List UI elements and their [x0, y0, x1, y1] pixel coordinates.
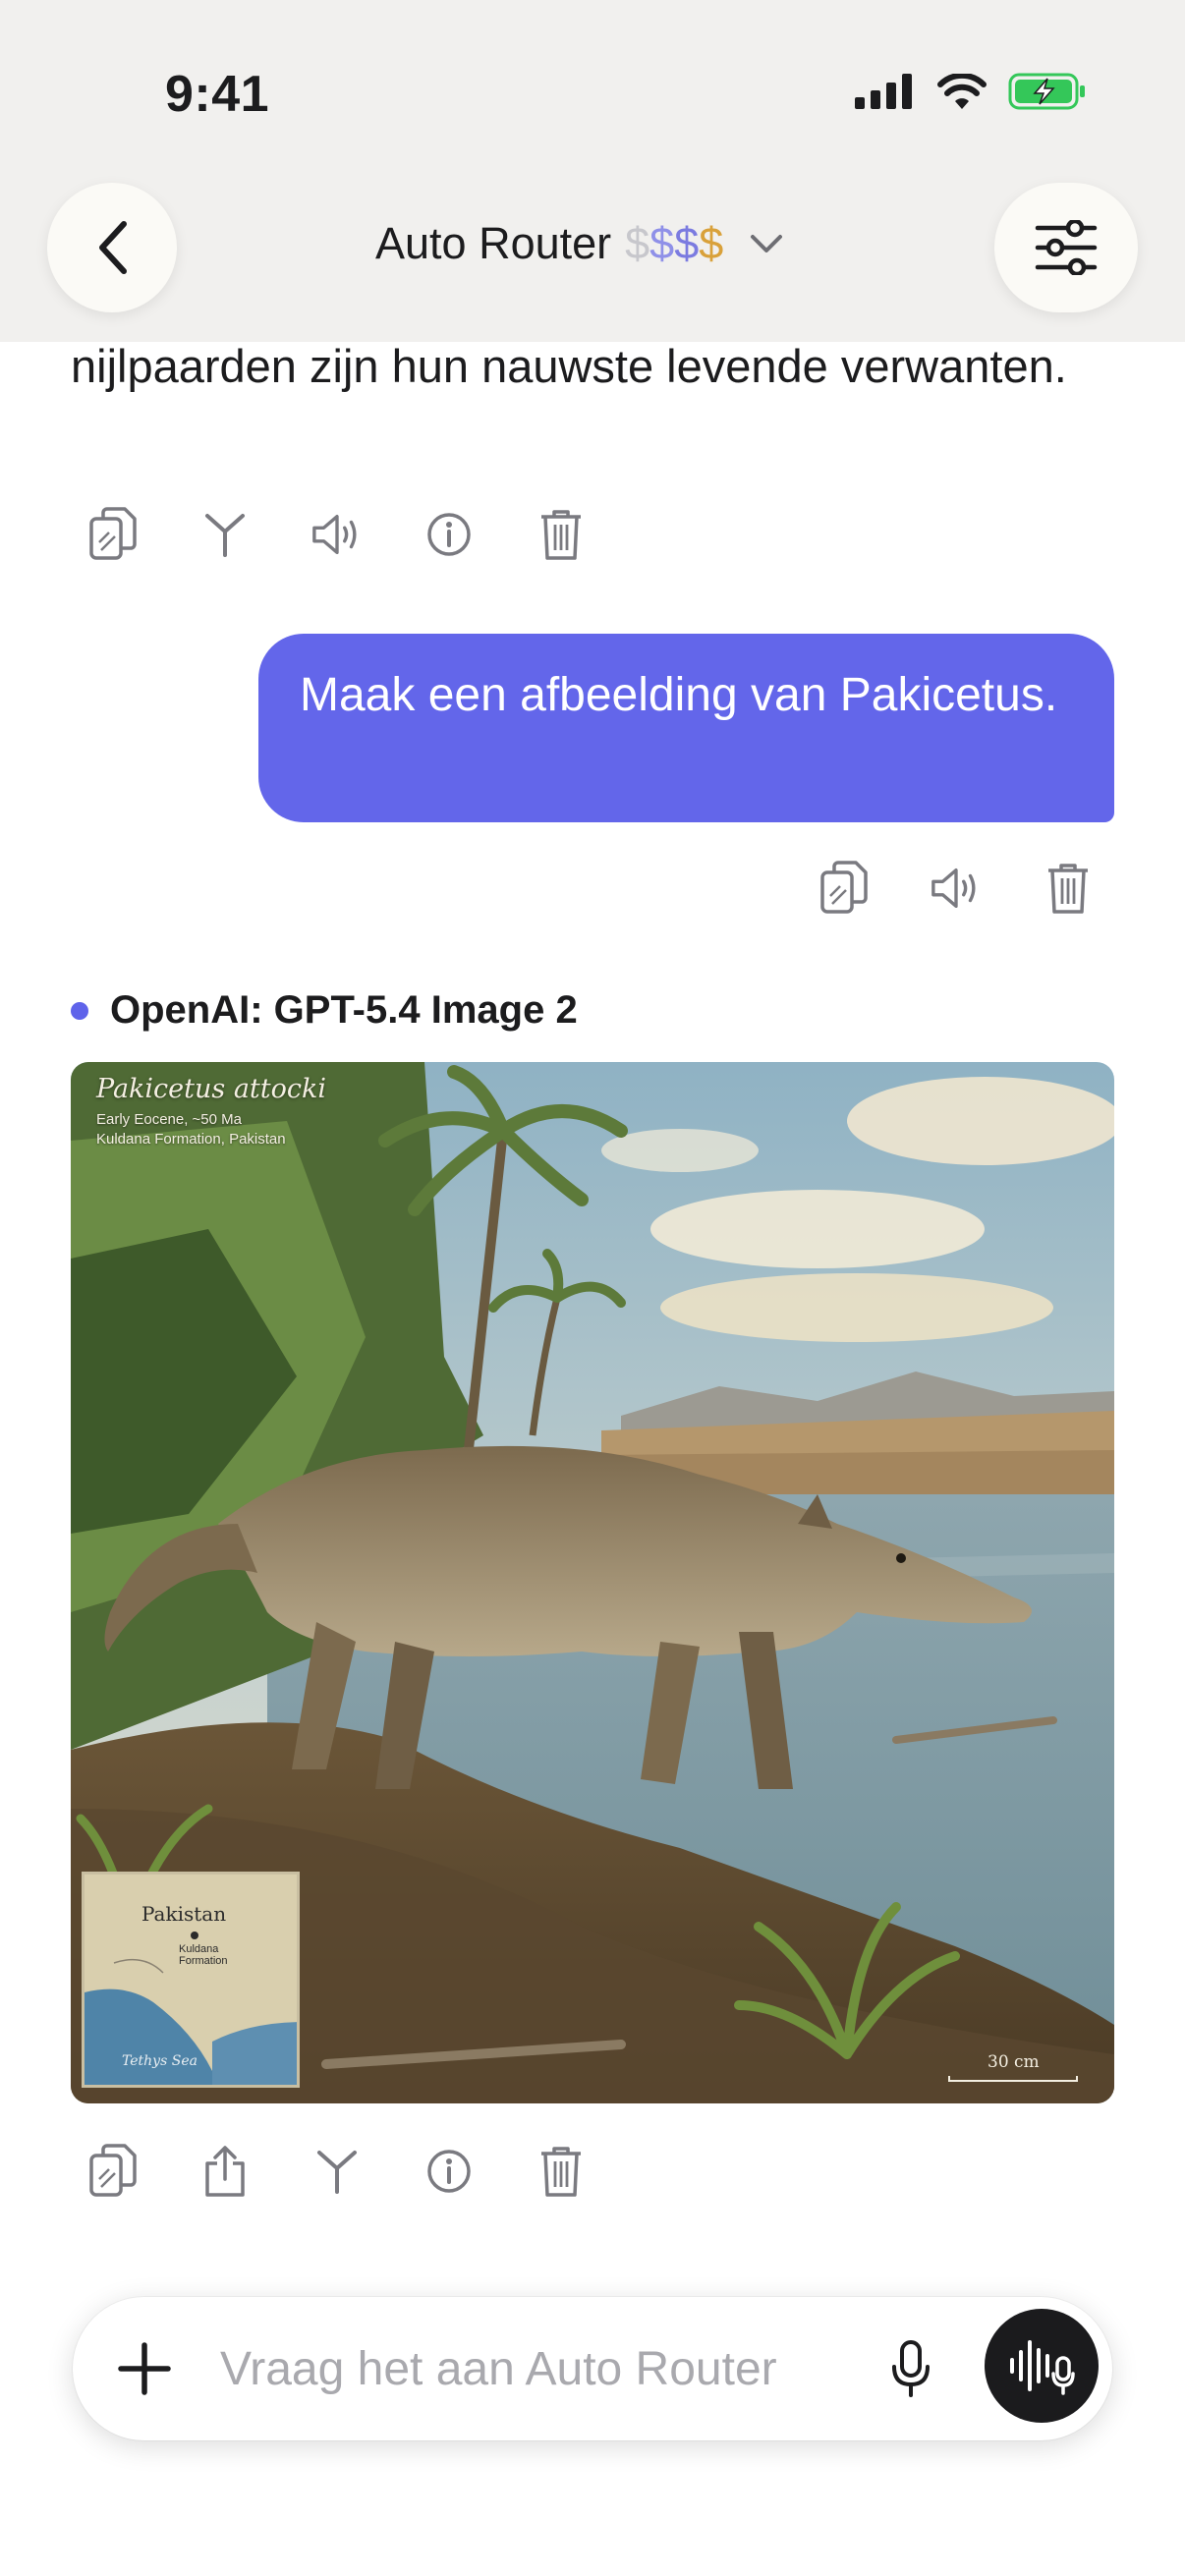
image-caption-period: Early Eocene, ~50 Ma — [96, 1111, 243, 1128]
voice-mode-button[interactable] — [985, 2309, 1099, 2423]
wifi-icon — [937, 72, 987, 114]
status-icons — [855, 72, 1087, 115]
page-title: Auto Router — [375, 218, 612, 268]
info-icon[interactable] — [423, 505, 476, 564]
copy-icon[interactable] — [86, 505, 140, 564]
generated-image[interactable]: Pakicetus attocki Early Eocene, ~50 Ma K… — [71, 1062, 1114, 2103]
status-time: 9:41 — [165, 66, 270, 123]
image-caption-title: Pakicetus attocki — [96, 1074, 326, 1104]
assistant-message-text: nijlpaarden zijn hun nauwste levende ver… — [71, 340, 1067, 392]
plus-icon — [118, 2342, 171, 2395]
price-symbol: $ — [674, 218, 700, 268]
image-caption-location: Kuldana Formation, Pakistan — [96, 1131, 286, 1148]
microphone-icon — [892, 2340, 930, 2397]
share-icon[interactable] — [198, 2142, 252, 2201]
settings-button[interactable] — [994, 183, 1138, 312]
scale-bar — [948, 2076, 1078, 2082]
battery-charging-icon — [1008, 73, 1087, 115]
branch-icon[interactable] — [310, 2142, 364, 2201]
sliders-icon — [1035, 220, 1098, 275]
add-attachment-button[interactable] — [108, 2332, 181, 2405]
map-location-label: Kuldana Formation — [179, 1943, 228, 1967]
assistant-model-label: OpenAI: GPT-5.4 Image 2 — [71, 988, 578, 1033]
copy-icon[interactable] — [86, 2142, 140, 2201]
price-symbol: $ — [699, 218, 724, 268]
scale-label: 30 cm — [988, 2052, 1040, 2072]
image-message-actions — [86, 2142, 588, 2201]
copy-icon[interactable] — [818, 859, 871, 918]
message-composer — [73, 2297, 1112, 2440]
map-sea-label: Tethys Sea — [122, 2053, 198, 2069]
dictation-button[interactable] — [876, 2334, 945, 2403]
voice-waveform-icon — [1010, 2340, 1075, 2395]
user-message-bubble[interactable]: Maak een afbeelding van Pakicetus. — [258, 634, 1114, 822]
info-icon[interactable] — [423, 2142, 476, 2201]
top-bar: 9:41 Auto Router $ $ $ $ — [0, 0, 1185, 342]
assistant-message-actions — [86, 505, 588, 564]
cellular-signal-icon — [855, 74, 916, 114]
chevron-left-icon — [99, 221, 127, 274]
trash-icon[interactable] — [535, 505, 588, 564]
price-symbol: $ — [649, 218, 675, 268]
chevron-down-icon — [751, 235, 783, 252]
trash-icon[interactable] — [535, 2142, 588, 2201]
map-title: Pakistan — [141, 1902, 227, 1926]
back-button[interactable] — [47, 183, 177, 312]
trash-icon[interactable] — [1042, 859, 1095, 918]
message-input[interactable] — [220, 2334, 908, 2403]
model-selector[interactable]: Auto Router $ $ $ $ — [375, 218, 784, 269]
speaker-icon[interactable] — [310, 505, 364, 564]
price-symbol: $ — [625, 218, 650, 268]
price-tier: $ $ $ $ — [625, 218, 723, 269]
user-message-actions — [818, 859, 1095, 918]
model-name: OpenAI: GPT-5.4 Image 2 — [110, 988, 578, 1032]
user-message-text: Maak een afbeelding van Pakicetus. — [300, 669, 1058, 721]
model-indicator-dot — [71, 1001, 88, 1020]
inset-map: Pakistan Kuldana Formation Tethys Sea — [82, 1872, 300, 2088]
speaker-icon[interactable] — [930, 859, 983, 918]
branch-icon[interactable] — [198, 505, 252, 564]
